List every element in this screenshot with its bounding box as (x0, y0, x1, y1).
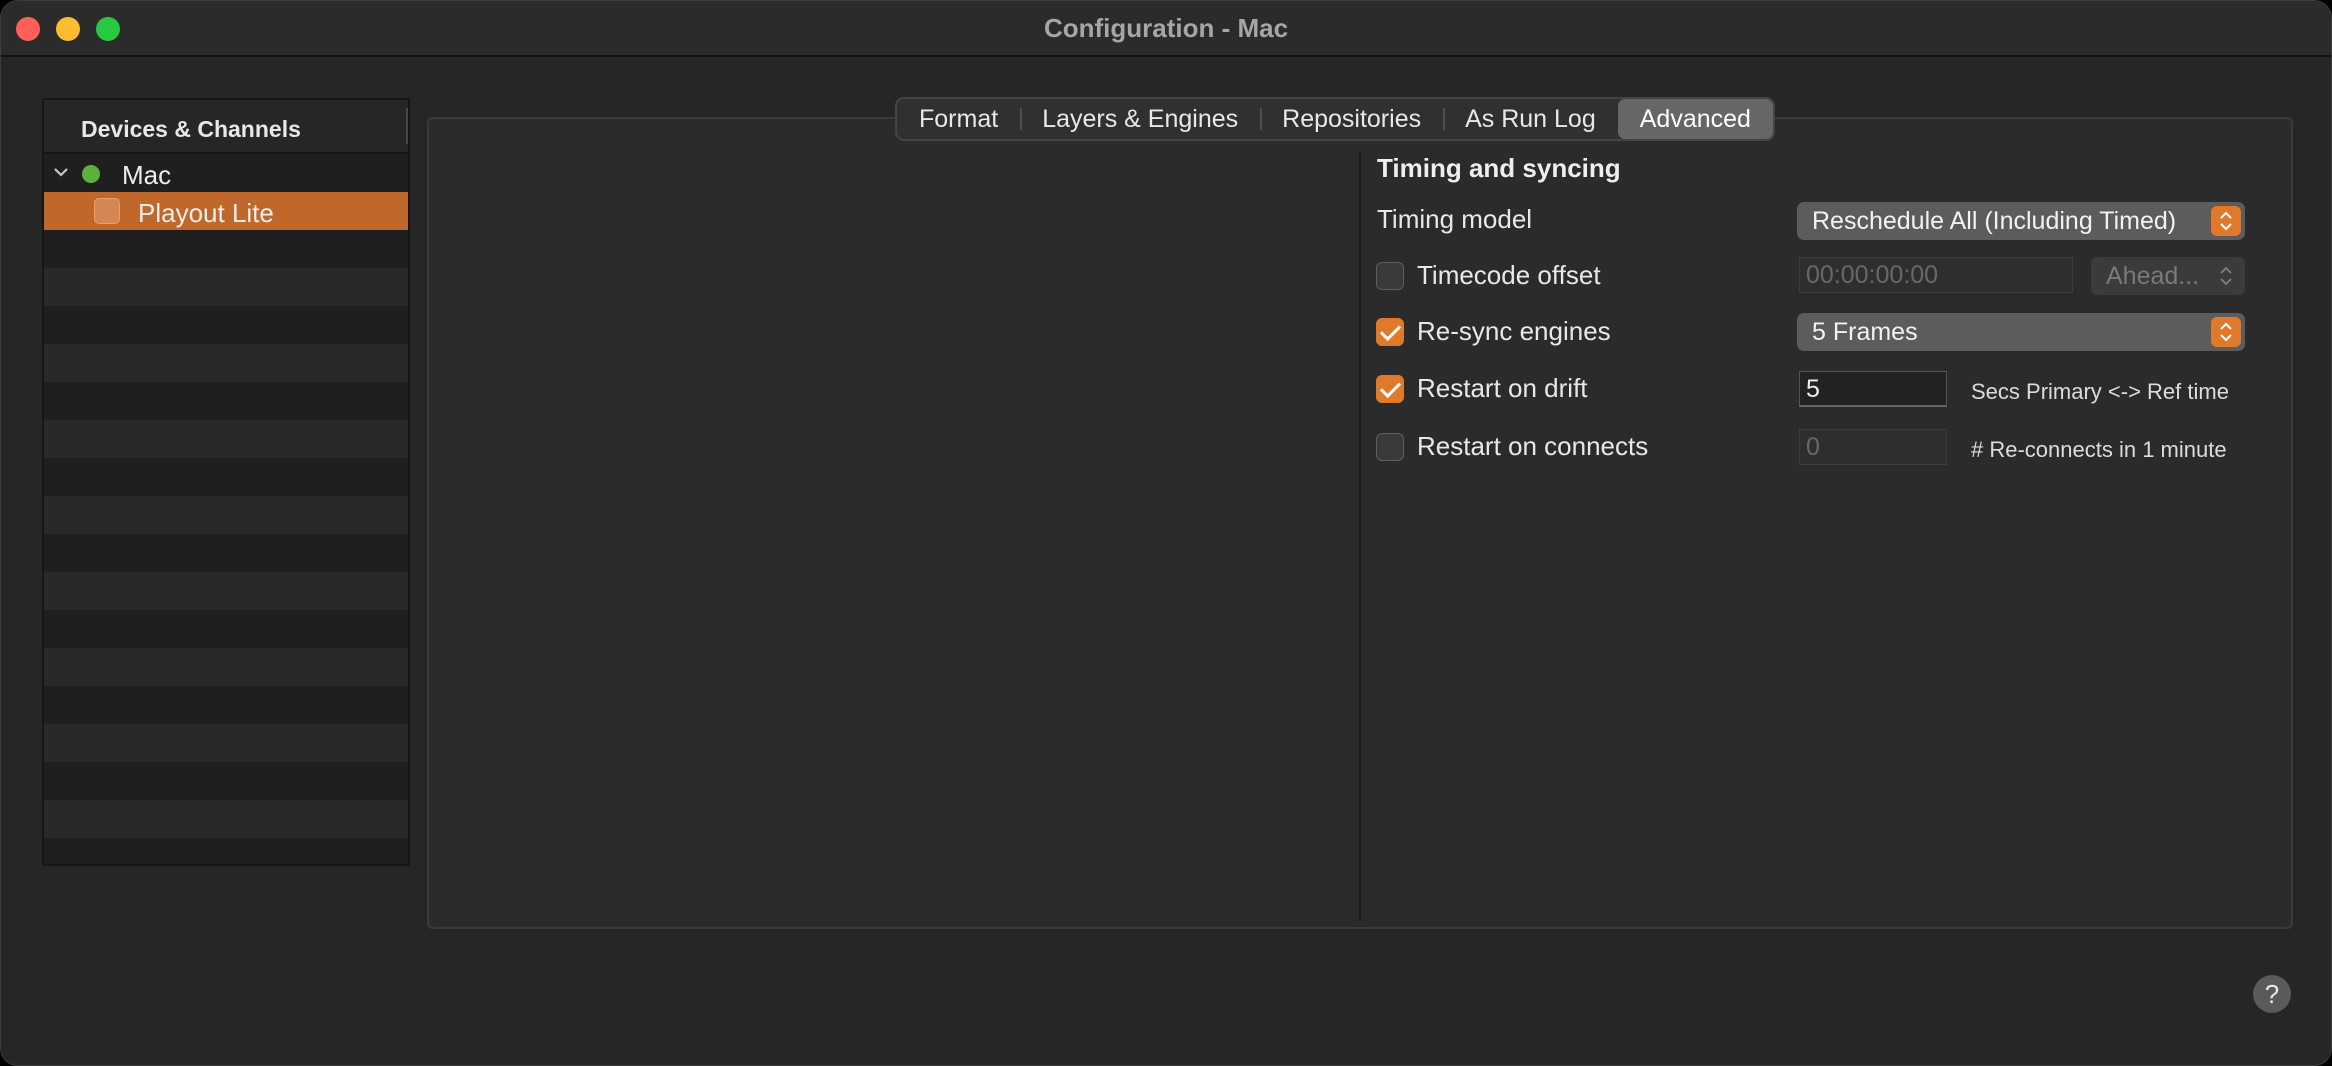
timing-model-label: Timing model (1377, 204, 1533, 234)
list-empty-row (44, 800, 408, 838)
channel-enable-checkbox[interactable] (94, 198, 120, 224)
restart-on-drift-unit: Secs Primary <-> Ref time (1971, 379, 2229, 404)
resync-engines-select[interactable]: 5 Frames (1797, 313, 2245, 351)
help-button[interactable]: ? (2253, 975, 2291, 1013)
list-empty-row (44, 230, 408, 268)
status-dot-icon (82, 165, 100, 183)
chevron-updown-icon (2211, 206, 2241, 236)
resync-engines-value: 5 Frames (1812, 318, 1918, 346)
tab-format[interactable]: Format (897, 99, 1020, 139)
restart-on-connects-unit: # Re-connects in 1 minute (1971, 437, 2227, 462)
restart-on-connects-label: Restart on connects (1417, 431, 1649, 461)
list-empty-row (44, 648, 408, 686)
timing-model-value: Reschedule All (Including Timed) (1812, 207, 2177, 235)
configuration-window: Configuration - Mac Devices & Channels M… (0, 0, 2332, 1066)
chevron-down-icon[interactable] (52, 160, 70, 190)
timecode-offset-label: Timecode offset (1417, 260, 1601, 290)
title-bar: Configuration - Mac (1, 1, 2331, 57)
window-title: Configuration - Mac (1043, 13, 1289, 43)
list-empty-row (44, 534, 408, 572)
chevron-updown-icon (2211, 317, 2241, 347)
restart-on-drift-checkbox[interactable] (1376, 375, 1404, 403)
sidebar-item-mac[interactable]: Mac (44, 154, 408, 192)
column-divider[interactable] (406, 108, 408, 144)
tab-layers-engines[interactable]: Layers & Engines (1020, 99, 1260, 139)
timecode-direction-select[interactable]: Ahead... (2091, 257, 2245, 295)
list-empty-row (44, 610, 408, 648)
panel-divider (1359, 151, 1361, 921)
list-empty-row (44, 420, 408, 458)
restart-on-connects-input[interactable]: 0 (1799, 429, 1947, 465)
list-empty-row (44, 838, 408, 864)
list-empty-row (44, 268, 408, 306)
restart-on-drift-label: Restart on drift (1417, 373, 1588, 403)
timecode-offset-input[interactable]: 00:00:00:00 (1799, 257, 2073, 293)
resync-engines-label: Re-sync engines (1417, 316, 1611, 346)
timecode-direction-value: Ahead... (2106, 262, 2200, 290)
list-empty-row (44, 496, 408, 534)
tab-advanced[interactable]: Advanced (1617, 99, 1773, 139)
list-empty-row (44, 686, 408, 724)
restart-on-drift-input[interactable]: 5 (1799, 371, 1947, 407)
devices-sidebar: Devices & Channels Mac Playout Lite (42, 98, 410, 866)
list-empty-row (44, 762, 408, 800)
tab-repositories[interactable]: Repositories (1260, 99, 1443, 139)
channel-label: Playout Lite (138, 198, 274, 228)
device-label: Mac (122, 160, 172, 190)
timing-model-select[interactable]: Reschedule All (Including Timed) (1797, 202, 2245, 240)
restart-on-connects-checkbox[interactable] (1376, 433, 1404, 461)
sidebar-header: Devices & Channels (44, 100, 408, 154)
list-empty-row (44, 572, 408, 610)
tab-as-run-log[interactable]: As Run Log (1443, 99, 1618, 139)
chevron-updown-icon (2211, 261, 2241, 291)
settings-tab-bar: Format Layers & Engines Repositories As … (895, 97, 1775, 141)
timing-section-title: Timing and syncing (1377, 153, 1621, 183)
timecode-offset-checkbox[interactable] (1376, 262, 1404, 290)
resync-engines-checkbox[interactable] (1376, 318, 1404, 346)
list-empty-row (44, 458, 408, 496)
sidebar-item-playout-lite[interactable]: Playout Lite (44, 192, 408, 230)
device-list: Mac Playout Lite (44, 154, 408, 864)
list-empty-row (44, 344, 408, 382)
list-empty-row (44, 306, 408, 344)
sidebar-header-label: Devices & Channels (81, 116, 301, 142)
list-empty-row (44, 382, 408, 420)
list-empty-row (44, 724, 408, 762)
